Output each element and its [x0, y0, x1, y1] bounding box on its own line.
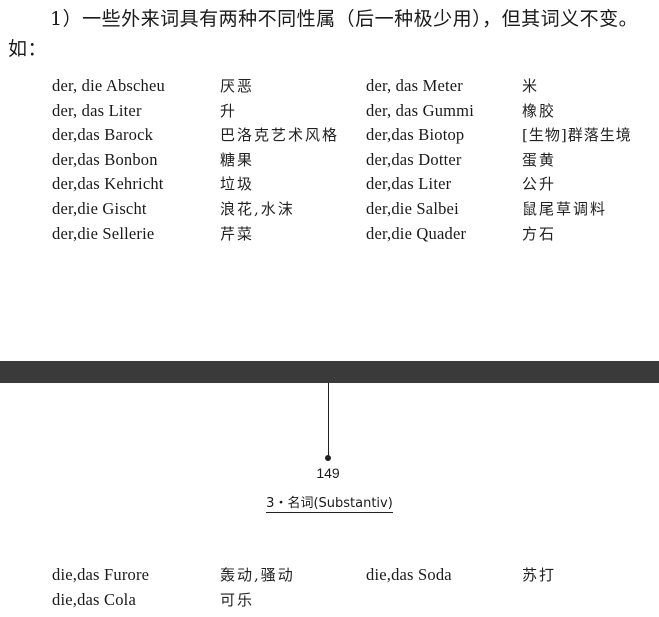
- chapter-label: 3・名词(Substantiv): [266, 496, 393, 513]
- word-meaning: [生物]群落生境: [522, 126, 632, 144]
- page-number-leader-line: [328, 383, 329, 457]
- word-meaning: 轰动,骚动: [220, 566, 295, 584]
- word-meaning: 橡胶: [522, 102, 557, 120]
- word-meaning: 厌恶: [220, 77, 255, 95]
- word-german: der,das Barock: [52, 125, 154, 144]
- leader-dot: [325, 455, 331, 461]
- word-meaning: 糖果: [220, 151, 255, 169]
- word-german: der,das Dotter: [366, 150, 462, 169]
- word-german: der,das Biotop: [366, 125, 465, 144]
- word-meaning: 垃圾: [220, 175, 255, 193]
- word-german: der,das Kehricht: [52, 174, 164, 193]
- word-meaning: 鼠尾草调料: [522, 200, 608, 218]
- word-meaning: 浪花,水沫: [220, 200, 295, 218]
- word-meaning: 升: [220, 102, 238, 120]
- word-meaning: 芹菜: [220, 225, 255, 243]
- word-meaning: 米: [522, 77, 540, 95]
- chapter-heading: 3・名词(Substantiv): [0, 492, 659, 513]
- word-meaning: 苏打: [522, 566, 557, 584]
- page-separator-band: [0, 361, 659, 383]
- word-meaning: 方石: [522, 225, 557, 243]
- word-german: der,die Sellerie: [52, 224, 155, 243]
- word-german: der,die Salbei: [366, 199, 459, 218]
- word-german: der, das Liter: [52, 101, 142, 120]
- page-number: 149: [316, 465, 340, 481]
- word-german: der, das Meter: [366, 76, 463, 95]
- word-german: der,das Liter: [366, 174, 452, 193]
- word-german: die,das Cola: [52, 590, 136, 609]
- word-german: der,die Gischt: [52, 199, 147, 218]
- word-german: die,das Soda: [366, 565, 452, 584]
- word-german: der, das Gummi: [366, 101, 474, 120]
- word-german: der,die Quader: [366, 224, 467, 243]
- word-german: der, die Abscheu: [52, 76, 165, 95]
- word-german: der,das Bonbon: [52, 150, 158, 169]
- word-meaning: 巴洛克艺术风格: [220, 126, 340, 144]
- word-meaning: 可乐: [220, 591, 255, 609]
- intro-paragraph: 1）一些外来词具有两种不同性属（后一种极少用），但其词义不变。如：: [8, 8, 639, 60]
- word-meaning: 蛋黄: [522, 151, 557, 169]
- word-meaning: 公升: [522, 175, 557, 193]
- word-german: die,das Furore: [52, 565, 150, 584]
